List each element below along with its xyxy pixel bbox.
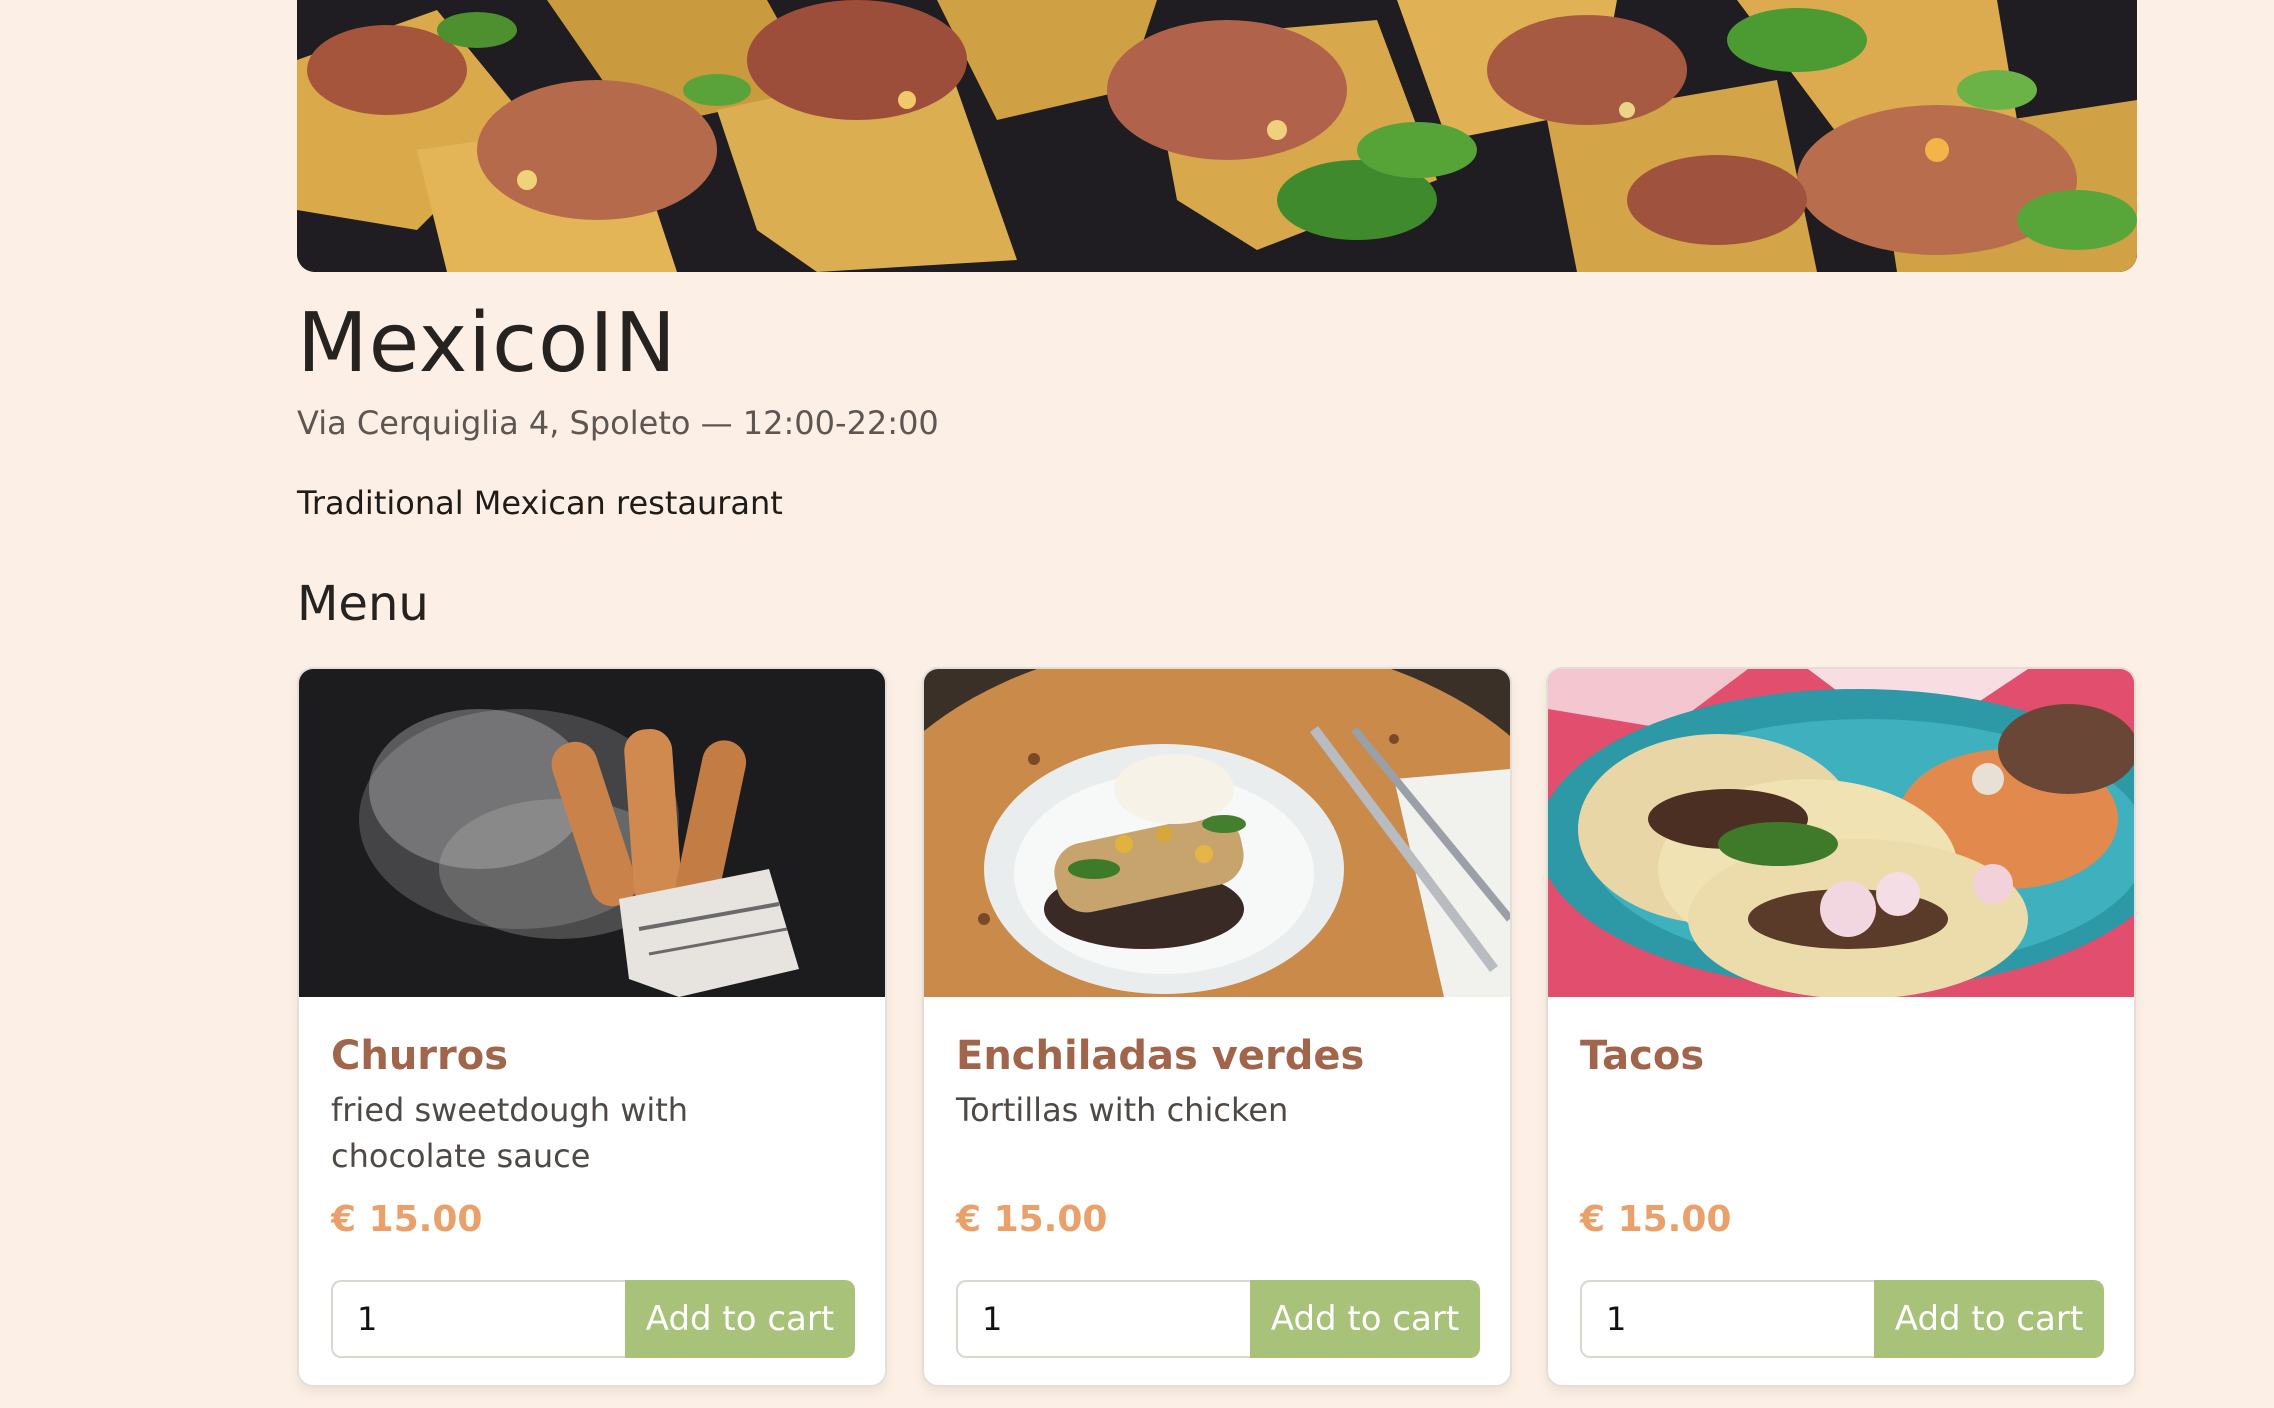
churros-image — [299, 669, 885, 997]
restaurant-address-hours: Via Cerquiglia 4, Spoleto — 12:00-22:00 — [297, 404, 939, 442]
restaurant-description: Traditional Mexican restaurant — [297, 484, 783, 522]
dish-price: € 15.00 — [331, 1199, 483, 1240]
menu-cards: Churros fried sweetdough with chocolate … — [297, 667, 2137, 1387]
add-to-cart-button[interactable]: Add to cart — [625, 1280, 855, 1358]
hero-banner-image — [297, 0, 2137, 272]
quantity-input[interactable] — [1580, 1280, 1874, 1358]
dish-name: Enchiladas verdes — [956, 1033, 1365, 1079]
nachos-image — [297, 0, 2137, 272]
dish-description: fried sweetdough with chocolate sauce — [331, 1091, 689, 1175]
add-to-cart-button[interactable]: Add to cart — [1250, 1280, 1480, 1358]
menu-item-card: Churros fried sweetdough with chocolate … — [297, 667, 887, 1387]
add-to-cart-button[interactable]: Add to cart — [1874, 1280, 2104, 1358]
dish-price: € 15.00 — [956, 1199, 1108, 1240]
restaurant-page: MexicoIN Via Cerquiglia 4, Spoleto — 12:… — [297, 0, 2137, 1387]
dish-price: € 15.00 — [1580, 1199, 1732, 1240]
dish-name: Tacos — [1580, 1033, 1705, 1079]
menu-item-card: Enchiladas verdes Tortillas with chicken… — [922, 667, 1512, 1387]
menu-item-card: Tacos € 15.00 Add to cart — [1546, 667, 2136, 1387]
quantity-input[interactable] — [956, 1280, 1250, 1358]
quantity-input[interactable] — [331, 1280, 625, 1358]
add-to-cart-row: Add to cart — [1580, 1280, 2104, 1358]
menu-heading: Menu — [297, 576, 429, 632]
add-to-cart-row: Add to cart — [331, 1280, 855, 1358]
dish-description: Tortillas with chicken — [956, 1091, 1289, 1129]
tacos-image — [1548, 669, 2134, 997]
add-to-cart-row: Add to cart — [956, 1280, 1480, 1358]
enchiladas-image — [924, 669, 1510, 997]
restaurant-name: MexicoIN — [297, 296, 677, 391]
dish-name: Churros — [331, 1033, 509, 1079]
